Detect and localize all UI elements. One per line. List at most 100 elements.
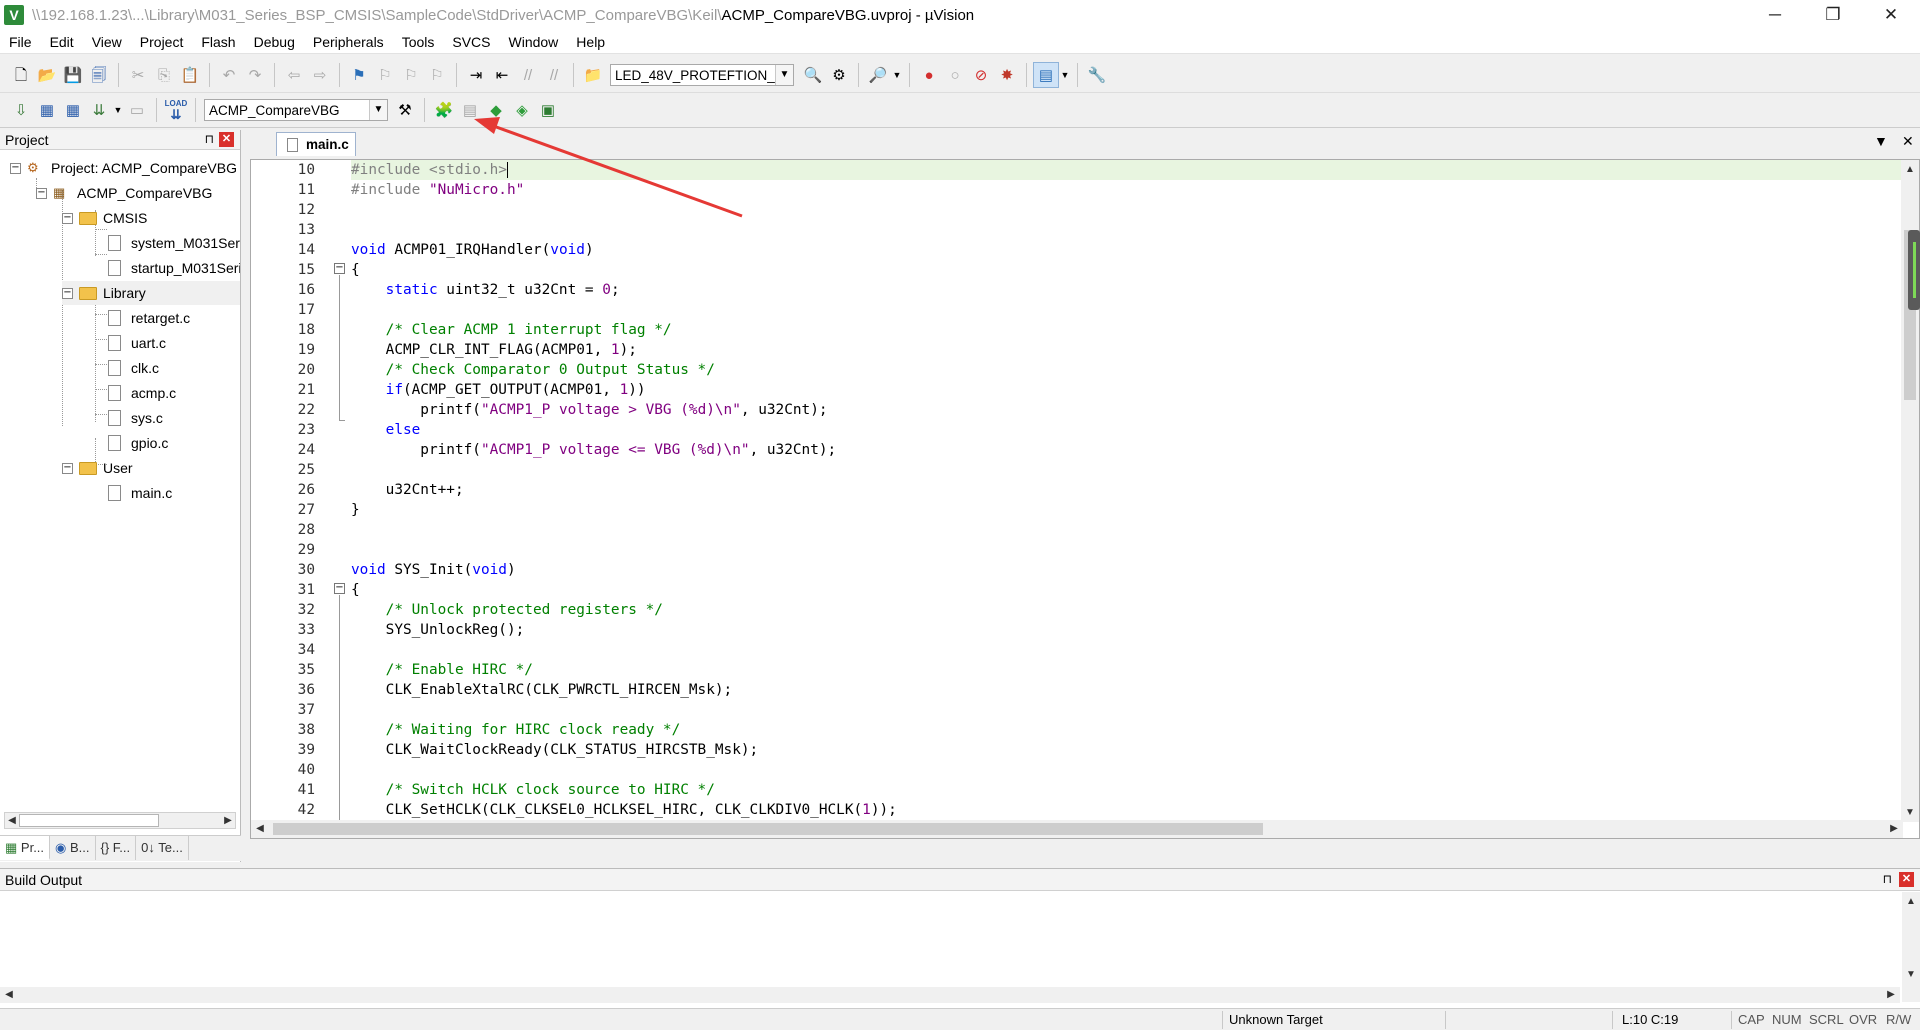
code-line[interactable]: /* Waiting for HIRC clock ready */ bbox=[351, 720, 681, 740]
tree-file[interactable]: uart.c bbox=[108, 331, 166, 355]
paste-icon[interactable]: 📋 bbox=[177, 62, 203, 88]
code-line[interactable]: /* Enable HIRC */ bbox=[351, 660, 533, 680]
unindent-icon[interactable]: ⇤ bbox=[489, 62, 515, 88]
menu-file[interactable]: File bbox=[0, 30, 41, 54]
disable-breakpoint-icon[interactable]: ○ bbox=[942, 62, 968, 88]
bookmark-icon[interactable]: ⚑ bbox=[346, 62, 372, 88]
code-line[interactable]: if(ACMP_GET_OUTPUT(ACMP01, 1)) bbox=[351, 380, 646, 400]
tree-group-library[interactable]: − Library bbox=[62, 281, 240, 305]
menu-project[interactable]: Project bbox=[131, 30, 193, 54]
pack-installer-icon[interactable]: ▣ bbox=[535, 97, 561, 123]
target-select[interactable]: ACMP_CompareVBG ▼ bbox=[204, 99, 388, 121]
code-line[interactable]: { bbox=[351, 580, 360, 600]
code-line[interactable]: /* Unlock protected registers */ bbox=[351, 600, 663, 620]
manage-run-time-environment-icon[interactable]: ◆ bbox=[483, 97, 509, 123]
code-line[interactable]: CLK_WaitClockReady(CLK_STATUS_HIRCSTB_Ms… bbox=[351, 740, 759, 760]
tab-templates[interactable]: 0↓ Te... bbox=[136, 836, 189, 860]
find-in-files-icon[interactable]: 📁 bbox=[580, 62, 606, 88]
tree-file[interactable]: acmp.c bbox=[108, 381, 176, 405]
scroll-left-icon[interactable]: ◀ bbox=[253, 821, 267, 836]
tree-file[interactable]: clk.c bbox=[108, 356, 159, 380]
menu-peripherals[interactable]: Peripherals bbox=[304, 30, 393, 54]
tree-project-root[interactable]: − ⚙ Project: ACMP_CompareVBG bbox=[10, 156, 237, 180]
window-layout-icon[interactable]: ▤ bbox=[1033, 62, 1059, 88]
code-line[interactable]: SYS_UnlockReg(); bbox=[351, 620, 525, 640]
code-line[interactable]: /* Switch HCLK clock source to HIRC */ bbox=[351, 780, 715, 800]
copy-icon[interactable]: ⎘ bbox=[151, 62, 177, 88]
menu-flash[interactable]: Flash bbox=[192, 30, 244, 54]
tree-target[interactable]: − ▦ ACMP_CompareVBG bbox=[36, 181, 212, 205]
kill-breakpoints-icon[interactable]: ✸ bbox=[994, 62, 1020, 88]
stop-build-icon[interactable]: ▭ bbox=[124, 97, 150, 123]
code-line[interactable]: #include "NuMicro.h" bbox=[351, 180, 524, 200]
tab-books[interactable]: ◉ B... bbox=[50, 836, 96, 860]
build-output-vertical-scrollbar[interactable]: ▲ ▼ bbox=[1902, 892, 1920, 1002]
tree-group-user[interactable]: − User bbox=[62, 456, 133, 480]
scroll-right-icon[interactable]: ▶ bbox=[1884, 987, 1898, 1002]
manage-multi-project-icon[interactable]: ▤ bbox=[457, 97, 483, 123]
build-icon[interactable]: ▦ bbox=[34, 97, 60, 123]
scroll-down-icon[interactable]: ▼ bbox=[1903, 805, 1917, 820]
chevron-down-icon[interactable]: ▼ bbox=[369, 100, 387, 120]
scroll-thumb[interactable] bbox=[273, 823, 1263, 835]
build-output-horizontal-scrollbar[interactable]: ◀ ▶ bbox=[0, 987, 1900, 1003]
scroll-down-icon[interactable]: ▼ bbox=[1904, 967, 1918, 982]
select-software-packs-icon[interactable]: ◈ bbox=[509, 97, 535, 123]
code-editor[interactable]: 10 11 12 13 14 15 16 17 18 19 20 21 22 23 24 25 26 27 28 29… bbox=[250, 159, 1920, 839]
uncomment-icon[interactable]: // bbox=[541, 62, 567, 88]
close-tab-icon[interactable]: ✕ bbox=[1902, 133, 1914, 150]
tree-file[interactable]: retarget.c bbox=[108, 306, 190, 330]
tree-file[interactable]: system_M031Series.c bbox=[108, 231, 240, 255]
tree-file[interactable]: gpio.c bbox=[108, 431, 168, 455]
find-combo[interactable]: LED_48V_PROTEFTION_R ▼ bbox=[610, 64, 794, 86]
configure-icon[interactable]: 🔧 bbox=[1084, 62, 1110, 88]
fold-toggle-icon[interactable]: − bbox=[334, 583, 345, 594]
menu-help[interactable]: Help bbox=[567, 30, 614, 54]
redo-icon[interactable]: ↷ bbox=[242, 62, 268, 88]
menu-debug[interactable]: Debug bbox=[245, 30, 304, 54]
menu-svcs[interactable]: SVCS bbox=[443, 30, 499, 54]
tree-file[interactable]: sys.c bbox=[108, 406, 163, 430]
menu-edit[interactable]: Edit bbox=[41, 30, 83, 54]
menu-tools[interactable]: Tools bbox=[393, 30, 444, 54]
code-line[interactable]: void SYS_Init(void) bbox=[351, 560, 516, 580]
project-horizontal-scrollbar[interactable]: ◀ ▶ bbox=[4, 812, 236, 829]
next-bookmark-icon[interactable]: ⚐ bbox=[398, 62, 424, 88]
indent-icon[interactable]: ⇥ bbox=[463, 62, 489, 88]
new-file-icon[interactable]: 🗋 bbox=[8, 62, 34, 88]
scroll-up-icon[interactable]: ▲ bbox=[1904, 894, 1918, 909]
save-icon[interactable]: 💾 bbox=[60, 62, 86, 88]
save-all-icon[interactable]: 🗐 bbox=[86, 62, 112, 88]
code-line[interactable]: printf("ACMP1_P voltage <= VBG (%d)\n", … bbox=[351, 440, 836, 460]
tab-project[interactable]: ▦ Pr... bbox=[0, 836, 51, 860]
close-window-button[interactable]: ✕ bbox=[1862, 0, 1920, 30]
cut-icon[interactable]: ✂ bbox=[125, 62, 151, 88]
incremental-find-icon[interactable]: ⚙ bbox=[826, 62, 852, 88]
navigate-forward-icon[interactable]: ⇨ bbox=[307, 62, 333, 88]
collapse-icon[interactable]: − bbox=[62, 287, 73, 299]
tree-file[interactable]: startup_M031Series.s bbox=[108, 256, 240, 280]
scroll-left-icon[interactable]: ◀ bbox=[5, 813, 19, 828]
tab-list-dropdown-icon[interactable]: ▼ bbox=[1874, 133, 1888, 149]
debug-dropdown-icon[interactable]: ▼ bbox=[891, 62, 903, 88]
code-line[interactable]: void ACMP01_IRQHandler(void) bbox=[351, 240, 594, 260]
disable-all-breakpoints-icon[interactable]: ⊘ bbox=[968, 62, 994, 88]
collapse-icon[interactable]: − bbox=[62, 212, 73, 224]
minimize-button[interactable]: ─ bbox=[1746, 0, 1804, 30]
code-line[interactable]: } bbox=[351, 500, 360, 520]
chevron-down-icon[interactable]: ▼ bbox=[775, 65, 793, 85]
code-line[interactable]: static uint32_t u32Cnt = 0; bbox=[351, 280, 620, 300]
batch-build-icon[interactable]: ⇊ bbox=[86, 97, 112, 123]
tree-file[interactable]: main.c bbox=[108, 481, 172, 505]
download-load-icon[interactable]: LOAD ⇊ bbox=[163, 97, 189, 123]
editor-horizontal-scrollbar[interactable]: ◀ ▶ bbox=[251, 820, 1903, 838]
find-icon[interactable]: 🔍 bbox=[800, 62, 826, 88]
maximize-button[interactable]: ❐ bbox=[1804, 0, 1862, 30]
scroll-up-icon[interactable]: ▲ bbox=[1903, 162, 1917, 177]
scroll-left-icon[interactable]: ◀ bbox=[2, 987, 16, 1002]
code-line[interactable]: ACMP_CLR_INT_FLAG(ACMP01, 1); bbox=[351, 340, 637, 360]
debug-session-icon[interactable]: 🔎 bbox=[865, 62, 891, 88]
code-line[interactable]: u32Cnt++; bbox=[351, 480, 464, 500]
target-options-icon[interactable]: ⚒ bbox=[392, 97, 418, 123]
code-line[interactable]: else bbox=[351, 420, 421, 440]
